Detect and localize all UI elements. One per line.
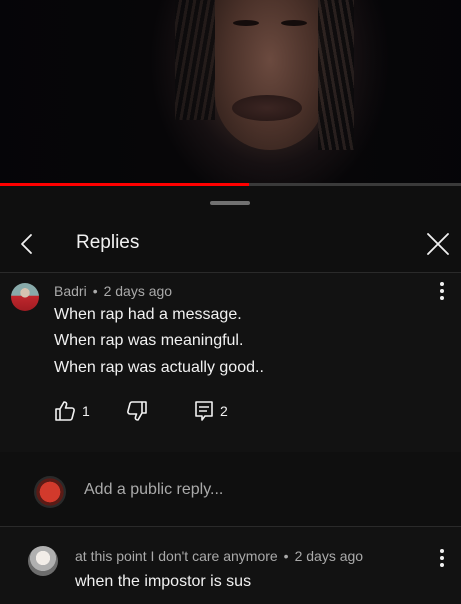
reply-text: when the impostor is sus [75,573,252,590]
comment-icon [195,401,213,421]
more-vert-icon [440,282,444,300]
video-player[interactable] [0,0,461,185]
panel-header: Replies [0,216,461,272]
comment-author[interactable]: Badri [54,283,87,299]
close-button[interactable] [418,224,458,264]
video-vignette [0,0,461,185]
reply-count: 2 [220,403,228,419]
comment-meta: Badri • 2 days ago [54,283,172,299]
reply-meta: at this point I don't care anymore • 2 day… [75,548,363,564]
like-button[interactable]: 1 [54,397,90,425]
panel-title: Replies [76,232,140,253]
comment-text-line: When rap was actually good.. [54,359,264,376]
more-vert-icon [440,549,444,567]
reply-author[interactable]: at this point I don't care anymore [75,548,278,564]
dislike-button[interactable] [126,397,148,425]
drag-handle[interactable] [210,201,250,205]
close-icon [427,233,449,255]
meta-separator: • [283,548,289,564]
like-count: 1 [82,403,90,419]
avatar[interactable] [11,283,39,311]
chevron-left-icon [21,234,32,254]
reply-input-row: Add a public reply... [0,454,461,526]
comment-text-line: When rap was meaningful. [54,332,244,349]
reply-more-button[interactable] [432,546,452,570]
meta-separator: • [92,283,98,299]
parent-comment: Badri • 2 days ago When rap had a message.… [0,273,461,452]
replies-panel: Replies Badri • 2 days ago When rap had a … [0,186,461,604]
thumbs-down-icon [127,401,147,421]
comment-more-button[interactable] [432,279,452,303]
thumbs-up-icon [55,401,75,421]
avatar[interactable] [28,546,58,576]
reply-input[interactable]: Add a public reply... [84,481,223,499]
comment-time: 2 days ago [103,283,173,299]
comment-text-line: When rap had a message. [54,306,242,323]
user-avatar [34,476,66,508]
reply-count-button[interactable]: 2 [194,397,228,425]
reply-time: 2 days ago [294,548,364,564]
comment-actions: 1 2 [48,397,448,425]
reply-comment: at this point I don't care anymore • 2 day… [0,527,461,604]
back-button[interactable] [8,224,48,264]
